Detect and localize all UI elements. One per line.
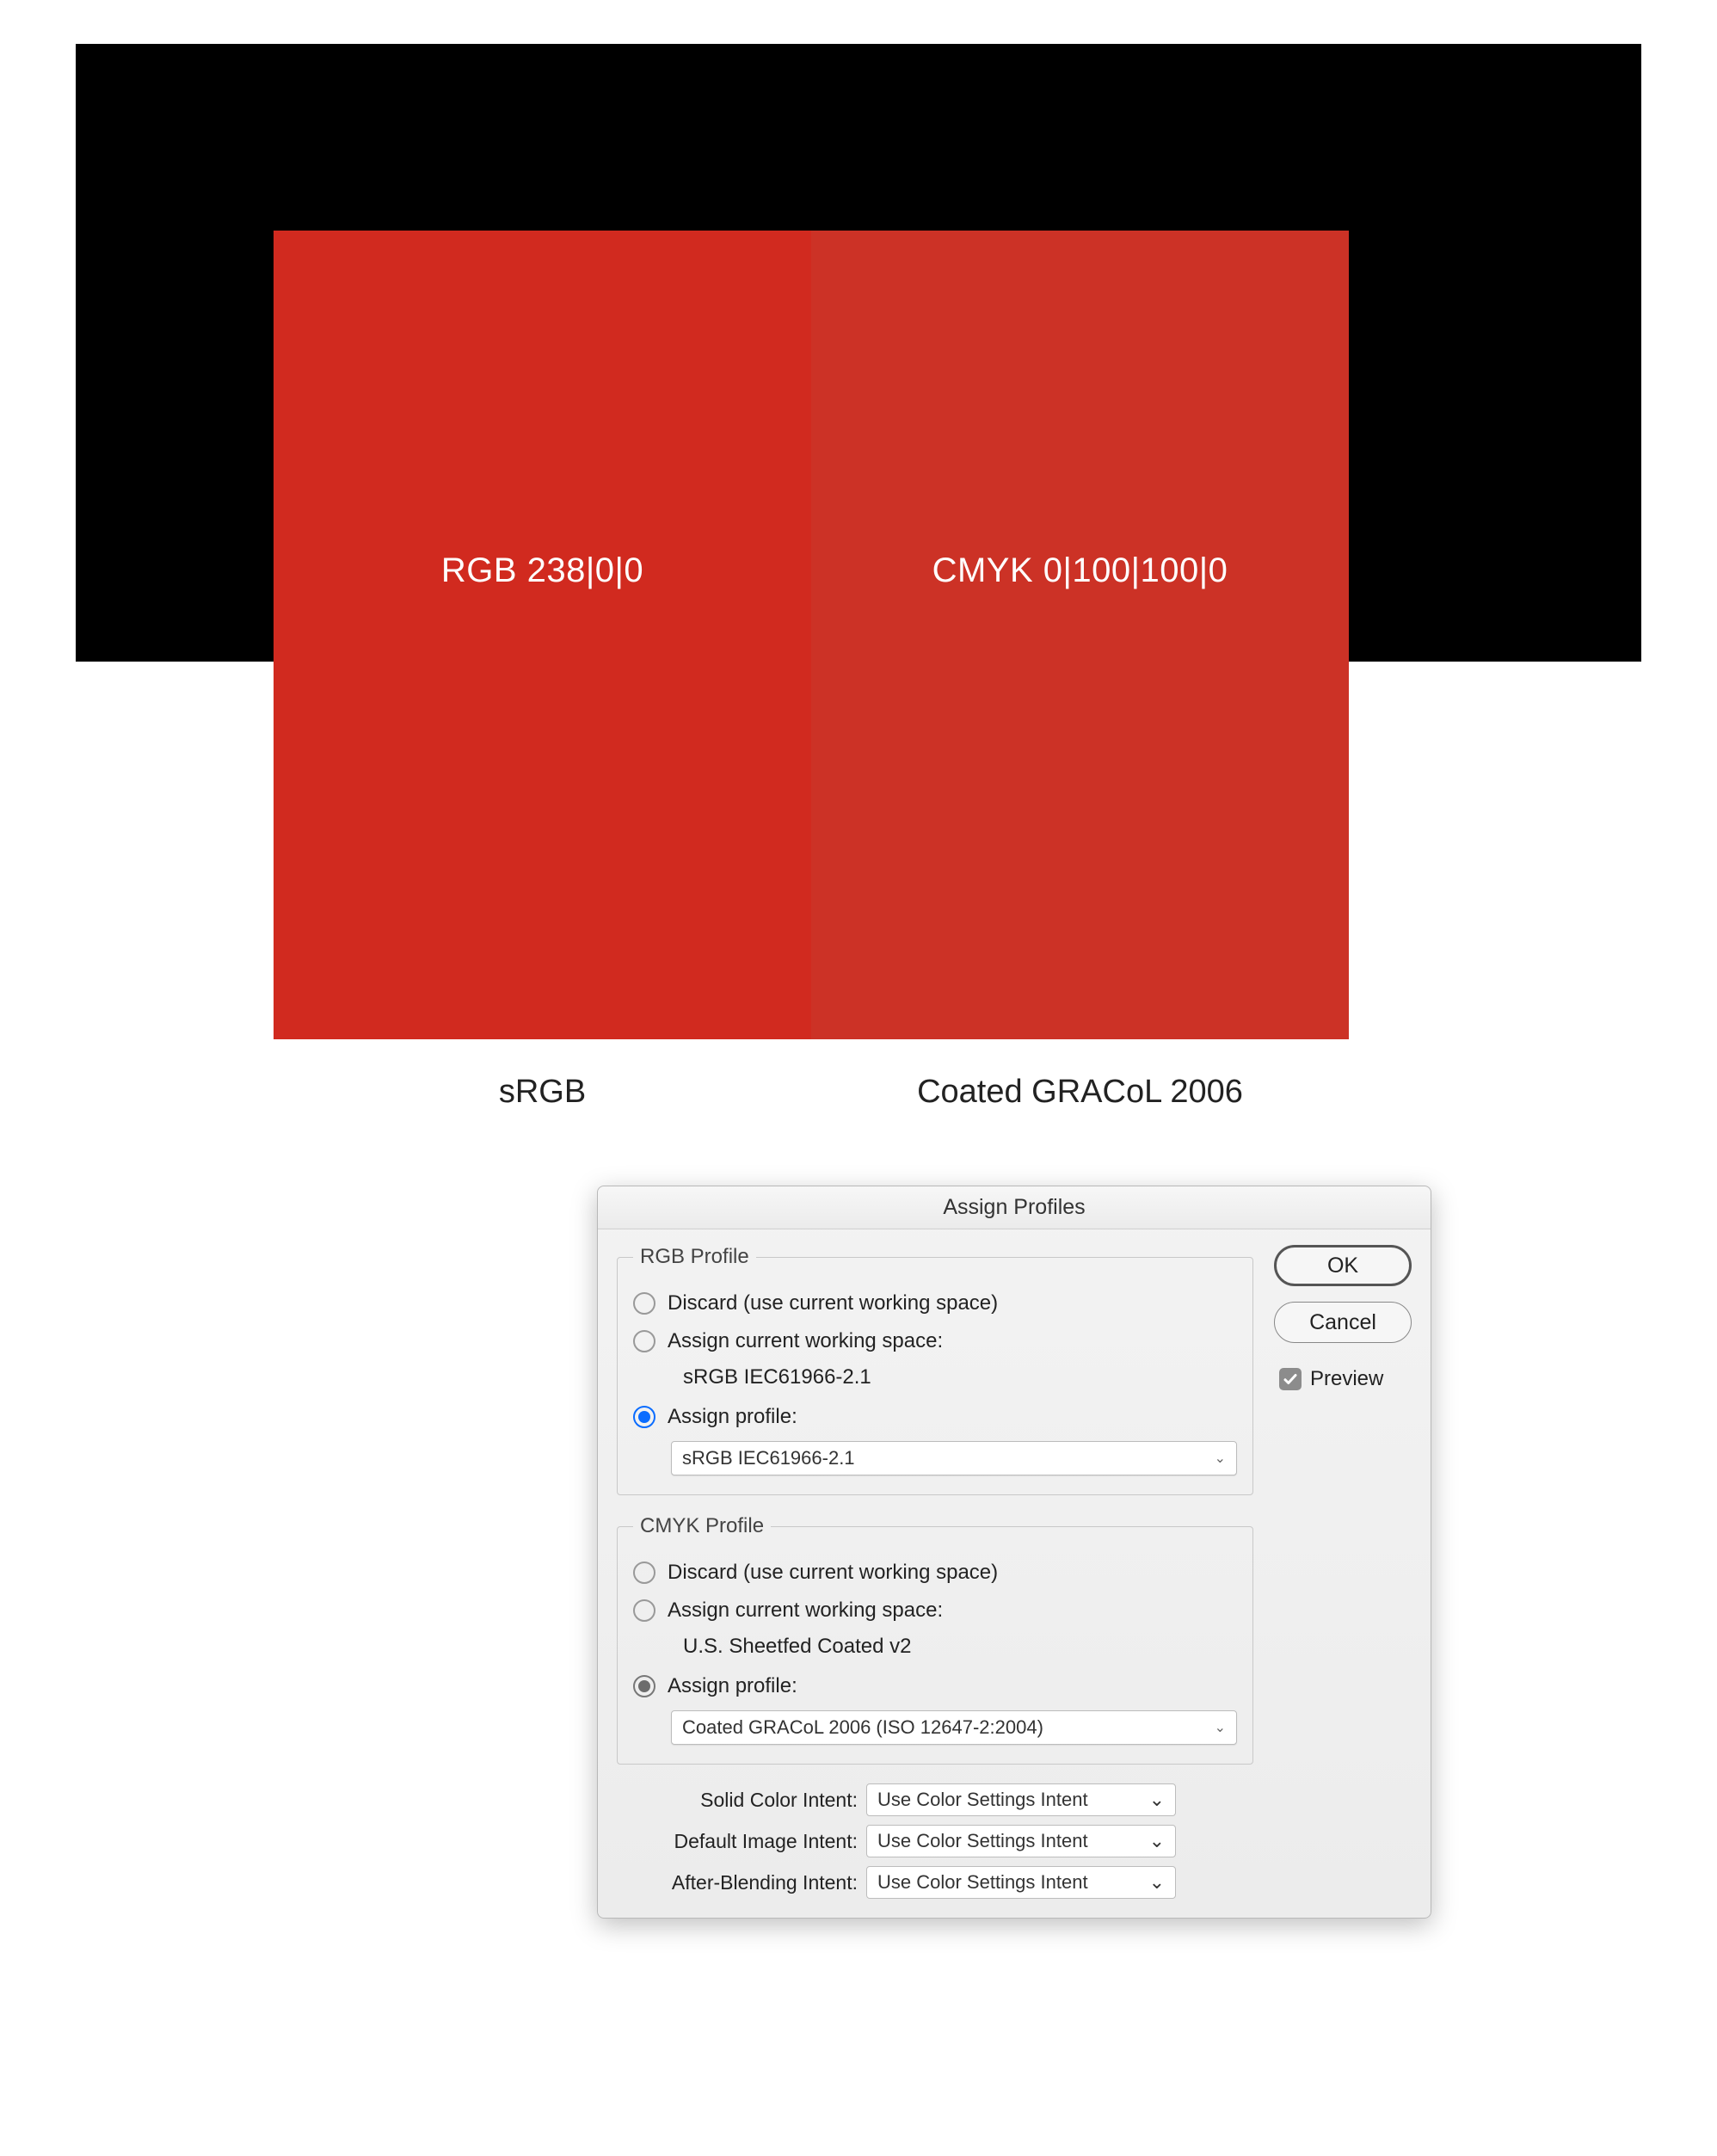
after-blending-intent-label: After-Blending Intent: [617, 1871, 858, 1894]
chevron-down-icon: ⌄ [1149, 1830, 1165, 1852]
preview-label: Preview [1310, 1367, 1383, 1391]
cmyk-assign-profile-label: Assign profile: [668, 1674, 797, 1698]
chevron-down-icon: ⌄ [1215, 1450, 1226, 1467]
default-image-intent-label: Default Image Intent: [617, 1830, 858, 1853]
default-image-intent-select[interactable]: Use Color Settings Intent ⌄ [866, 1825, 1176, 1857]
swatch-rgb: RGB 238|0|0 [274, 231, 811, 1039]
rgb-profile-legend: RGB Profile [633, 1245, 756, 1269]
profile-labels-row: sRGB Coated GRACoL 2006 [274, 1074, 1349, 1111]
profile-label-right: Coated GRACoL 2006 [811, 1074, 1349, 1111]
swatch-cmyk-label: CMYK 0|100|100|0 [932, 551, 1228, 590]
rgb-discard-radio[interactable]: Discard (use current working space) [633, 1284, 1237, 1322]
solid-color-intent-value: Use Color Settings Intent [877, 1789, 1088, 1811]
default-image-intent-value: Use Color Settings Intent [877, 1830, 1088, 1852]
cancel-button-label: Cancel [1309, 1310, 1376, 1335]
cmyk-profile-select-value: Coated GRACoL 2006 (ISO 12647-2:2004) [682, 1716, 1043, 1739]
radio-icon [633, 1292, 655, 1315]
chevron-down-icon: ⌄ [1149, 1871, 1165, 1894]
color-swatch-pair: RGB 238|0|0 CMYK 0|100|100|0 [274, 231, 1349, 1039]
assign-profiles-dialog: Assign Profiles RGB Profile Discard (use… [597, 1186, 1431, 1919]
solid-color-intent-select[interactable]: Use Color Settings Intent ⌄ [866, 1783, 1176, 1816]
rgb-assign-current-label: Assign current working space: [668, 1329, 943, 1353]
radio-icon [633, 1599, 655, 1622]
rgb-assign-current-radio[interactable]: Assign current working space: [633, 1322, 1237, 1360]
chevron-down-icon: ⌄ [1149, 1789, 1165, 1811]
cmyk-discard-radio[interactable]: Discard (use current working space) [633, 1554, 1237, 1592]
rgb-profile-group: RGB Profile Discard (use current working… [617, 1245, 1253, 1495]
cmyk-assign-profile-radio[interactable]: Assign profile: [633, 1667, 1237, 1705]
rgb-assign-profile-label: Assign profile: [668, 1405, 797, 1429]
checkbox-checked-icon [1279, 1368, 1302, 1390]
ok-button-label: OK [1327, 1254, 1358, 1278]
dialog-title: Assign Profiles [598, 1186, 1431, 1229]
cmyk-current-working-space: U.S. Sheetfed Coated v2 [633, 1629, 1237, 1667]
radio-icon [633, 1330, 655, 1352]
cmyk-profile-legend: CMYK Profile [633, 1514, 771, 1538]
cancel-button[interactable]: Cancel [1274, 1302, 1412, 1343]
rgb-discard-label: Discard (use current working space) [668, 1291, 998, 1315]
swatch-rgb-label: RGB 238|0|0 [441, 551, 643, 590]
radio-icon [633, 1562, 655, 1584]
ok-button[interactable]: OK [1274, 1245, 1412, 1286]
after-blending-intent-select[interactable]: Use Color Settings Intent ⌄ [866, 1866, 1176, 1899]
profile-label-left: sRGB [274, 1074, 811, 1111]
rgb-current-working-space: sRGB IEC61966-2.1 [633, 1360, 1237, 1398]
cmyk-assign-current-radio[interactable]: Assign current working space: [633, 1592, 1237, 1629]
cmyk-assign-current-label: Assign current working space: [668, 1599, 943, 1623]
solid-color-intent-label: Solid Color Intent: [617, 1789, 858, 1812]
rgb-profile-select-value: sRGB IEC61966-2.1 [682, 1447, 855, 1469]
rgb-profile-select[interactable]: sRGB IEC61966-2.1 ⌄ [671, 1441, 1237, 1475]
preview-checkbox[interactable]: Preview [1274, 1367, 1412, 1391]
after-blending-intent-value: Use Color Settings Intent [877, 1871, 1088, 1894]
intent-rows: Solid Color Intent: Use Color Settings I… [617, 1783, 1253, 1899]
rgb-assign-profile-radio[interactable]: Assign profile: [633, 1398, 1237, 1436]
cmyk-profile-select[interactable]: Coated GRACoL 2006 (ISO 12647-2:2004) ⌄ [671, 1710, 1237, 1745]
swatch-cmyk: CMYK 0|100|100|0 [811, 231, 1349, 1039]
cmyk-discard-label: Discard (use current working space) [668, 1561, 998, 1585]
chevron-down-icon: ⌄ [1215, 1719, 1226, 1736]
radio-icon-selected [633, 1675, 655, 1697]
cmyk-profile-group: CMYK Profile Discard (use current workin… [617, 1514, 1253, 1765]
radio-icon-selected [633, 1406, 655, 1428]
